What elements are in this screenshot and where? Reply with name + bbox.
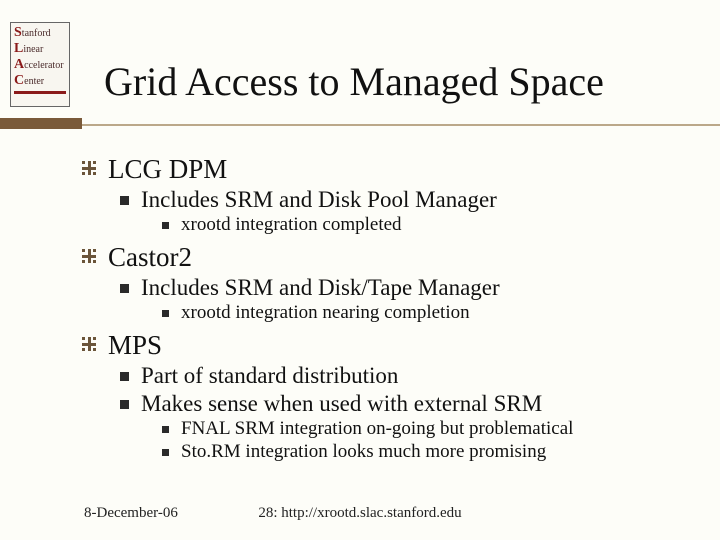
title-rule-thin: [82, 124, 720, 126]
bullet-text: MPS: [108, 330, 162, 361]
bullet-mps: MPS: [82, 330, 700, 361]
title-rule-thick: [0, 118, 82, 129]
bullet-text: xrootd integration completed: [181, 214, 402, 236]
bullet-lcg-dpm: LCG DPM: [82, 154, 700, 185]
footer-page: 28: http://xrootd.slac.stanford.edu: [0, 505, 720, 522]
bullet-text: LCG DPM: [108, 154, 227, 185]
subbullet: Includes SRM and Disk Pool Manager: [120, 187, 700, 213]
grid-bullet-icon: [82, 249, 96, 263]
bullet-text: FNAL SRM integration on-going but proble…: [181, 418, 573, 440]
slide-body: LCG DPM Includes SRM and Disk Pool Manag…: [82, 148, 700, 463]
bullet-text: Includes SRM and Disk/Tape Manager: [141, 275, 500, 301]
square-bullet-icon: [120, 284, 129, 293]
subbullet: Part of standard distribution: [120, 363, 700, 389]
bullet-text: Part of standard distribution: [141, 363, 398, 389]
bullet-text: Includes SRM and Disk Pool Manager: [141, 187, 497, 213]
subsubbullet: xrootd integration nearing completion: [162, 302, 700, 324]
bullet-castor2: Castor2: [82, 242, 700, 273]
subbullet: Includes SRM and Disk/Tape Manager: [120, 275, 700, 301]
bullet-text: xrootd integration nearing completion: [181, 302, 470, 324]
subsubbullet: xrootd integration completed: [162, 214, 700, 236]
subsubbullet: FNAL SRM integration on-going but proble…: [162, 418, 700, 440]
square-bullet-icon: [162, 426, 169, 433]
grid-bullet-icon: [82, 161, 96, 175]
grid-bullet-icon: [82, 337, 96, 351]
square-bullet-icon: [162, 449, 169, 456]
square-bullet-icon: [162, 222, 169, 229]
bullet-text: Castor2: [108, 242, 192, 273]
subsubbullet: Sto.RM integration looks much more promi…: [162, 441, 700, 463]
square-bullet-icon: [120, 372, 129, 381]
bullet-text: Makes sense when used with external SRM: [141, 391, 542, 417]
square-bullet-icon: [162, 310, 169, 317]
bullet-text: Sto.RM integration looks much more promi…: [181, 441, 546, 463]
square-bullet-icon: [120, 400, 129, 409]
subbullet: Makes sense when used with external SRM: [120, 391, 700, 417]
slide-title: Grid Access to Managed Space: [104, 58, 604, 105]
slac-logo: Stanford Linear Accelerator Center: [10, 22, 70, 107]
square-bullet-icon: [120, 196, 129, 205]
